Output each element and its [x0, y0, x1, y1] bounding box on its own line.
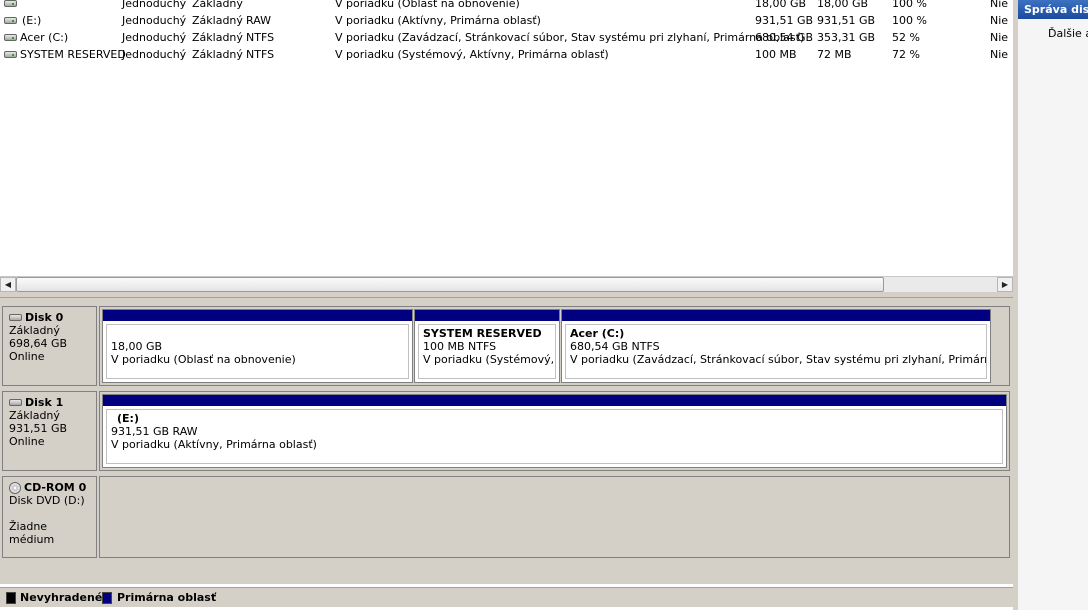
- primary-partition-bar: [562, 310, 990, 321]
- partition-system-reserved[interactable]: SYSTEM RESERVED 100 MB NTFS V poriadku (…: [414, 309, 560, 383]
- volume-type: Základný: [192, 14, 243, 27]
- disk-title: Disk 0: [25, 311, 64, 324]
- volume-name: SYSTEM RESERVED: [20, 48, 126, 61]
- legend: Nevyhradené Primárna oblasť: [0, 587, 1013, 607]
- volume-free: 353,31 GB: [817, 31, 876, 44]
- partition-status: V poriadku (Aktívny, Primárna oblasť): [111, 438, 317, 451]
- volume-status: V poriadku (Zavádzací, Stránkovací súbor…: [335, 31, 805, 44]
- volume-name: (E:): [22, 14, 42, 27]
- volume-capacity: 18,00 GB: [755, 0, 807, 10]
- volume-row[interactable]: Acer (C:) Jednoduchý Základný NTFS V por…: [0, 29, 1013, 46]
- actions-header[interactable]: Správa diskov: [1018, 0, 1088, 19]
- volume-fault: Nie: [990, 48, 1009, 61]
- partition-name: [111, 327, 404, 340]
- disk-0-partitions: 18,00 GB V poriadku (Oblasť na obnovenie…: [99, 306, 1010, 386]
- cdrom-media: Žiadne médium: [9, 520, 55, 546]
- more-actions-link[interactable]: Ďalšie akcie: [1048, 27, 1088, 40]
- volume-capacity: 680,54 GB: [755, 31, 814, 44]
- scroll-right-button[interactable]: ▶: [997, 277, 1013, 292]
- partition-size: 680,54 GB NTFS: [570, 340, 660, 353]
- partition-name: Acer (C:): [570, 327, 625, 340]
- cdrom-title: CD-ROM 0: [24, 481, 87, 494]
- volume-pct-free: 52 %: [892, 31, 920, 44]
- disk-1-partitions: (E:) 931,51 GB RAW V poriadku (Aktívny, …: [99, 391, 1010, 471]
- partition-status: V poriadku (Zavádzací, Stránkovací súbor…: [570, 353, 986, 366]
- cdrom-0-area: [99, 476, 1010, 558]
- scroll-left-button[interactable]: ◀: [0, 277, 16, 292]
- primary-partition-bar: [415, 310, 559, 321]
- partition-status: V poriadku (Systémový, Akt: [423, 353, 555, 366]
- volume-status: V poriadku (Systémový, Aktívny, Primárna…: [335, 48, 609, 61]
- volume-capacity: 100 MB: [755, 48, 797, 61]
- scroll-thumb[interactable]: [16, 277, 884, 292]
- volume-layout: Jednoduchý: [122, 14, 187, 27]
- disk-title: Disk 1: [25, 396, 64, 409]
- volume-fs: RAW: [246, 14, 271, 27]
- cd-drive-icon: [9, 481, 21, 494]
- cdrom-drive: Disk DVD (D:): [9, 494, 85, 507]
- volume-list: Jednoduchý Základný V poriadku (Oblasť n…: [0, 0, 1013, 276]
- volume-pct-free: 100 %: [892, 14, 927, 27]
- drive-icon: [4, 34, 17, 41]
- partition-size: 100 MB NTFS: [423, 340, 497, 353]
- partition-name: SYSTEM RESERVED: [423, 327, 542, 340]
- drive-icon: [4, 51, 17, 58]
- disk-state: Online: [9, 350, 45, 363]
- disk-icon: [9, 314, 22, 321]
- drive-icon: [4, 0, 17, 7]
- disk-size: 931,51 GB: [9, 422, 68, 435]
- disk-icon: [9, 399, 22, 406]
- disk-1-label[interactable]: Disk 1 Základný 931,51 GB Online: [2, 391, 97, 471]
- volume-name: Acer (C:): [20, 31, 69, 44]
- partition-size: 18,00 GB: [111, 340, 163, 353]
- volume-row[interactable]: SYSTEM RESERVED Jednoduchý Základný NTFS…: [0, 46, 1013, 63]
- volume-status: V poriadku (Oblasť na obnovenie): [335, 0, 520, 10]
- volume-row[interactable]: (E:) Jednoduchý Základný RAW V poriadku …: [0, 12, 1013, 29]
- disk-state: Online: [9, 435, 45, 448]
- partition-size: 931,51 GB RAW: [111, 425, 198, 438]
- primary-partition-bar: [103, 310, 412, 321]
- partition-status: V poriadku (Oblasť na obnovenie): [111, 353, 296, 366]
- disk-type: Základný: [9, 324, 60, 337]
- disk-view: Disk 0 Základný 698,64 GB Online 18,00 G…: [0, 298, 1013, 584]
- partition-e[interactable]: (E:) 931,51 GB RAW V poriadku (Aktívny, …: [102, 394, 1007, 468]
- volume-capacity: 931,51 GB: [755, 14, 814, 27]
- volume-layout: Jednoduchý: [122, 48, 187, 61]
- volume-fault: Nie: [990, 14, 1009, 27]
- volume-pct-free: 72 %: [892, 48, 920, 61]
- legend-primary-label: Primárna oblasť: [117, 591, 217, 604]
- primary-partition-bar: [103, 395, 1006, 406]
- disk-0-label[interactable]: Disk 0 Základný 698,64 GB Online: [2, 306, 97, 386]
- volume-status: V poriadku (Aktívny, Primárna oblasť): [335, 14, 541, 27]
- volume-free: 18,00 GB: [817, 0, 869, 10]
- partition-recovery[interactable]: 18,00 GB V poriadku (Oblasť na obnovenie…: [102, 309, 413, 383]
- volume-free: 72 MB: [817, 48, 852, 61]
- partition-acer-c[interactable]: Acer (C:) 680,54 GB NTFS V poriadku (Zav…: [561, 309, 991, 383]
- volume-type: Základný: [192, 48, 243, 61]
- volume-free: 931,51 GB: [817, 14, 876, 27]
- partition-name: (E:): [117, 412, 139, 425]
- cdrom-0-label[interactable]: CD-ROM 0 Disk DVD (D:) Žiadne médium: [2, 476, 97, 558]
- volume-fs: NTFS: [246, 31, 275, 44]
- actions-pane: Správa diskov Ďalšie akcie: [1013, 0, 1088, 610]
- legend-unallocated-swatch: [6, 592, 16, 604]
- volume-type: Základný: [192, 31, 243, 44]
- drive-icon: [4, 17, 17, 24]
- disk-size: 698,64 GB: [9, 337, 68, 350]
- volume-layout: Jednoduchý: [122, 31, 187, 44]
- legend-unallocated-label: Nevyhradené: [20, 591, 103, 604]
- volume-fault: Nie: [990, 31, 1009, 44]
- volume-fault: Nie: [990, 0, 1009, 10]
- volume-fs: NTFS: [246, 48, 275, 61]
- disk-type: Základný: [9, 409, 60, 422]
- legend-primary-swatch: [102, 592, 112, 604]
- volume-row[interactable]: Jednoduchý Základný V poriadku (Oblasť n…: [0, 0, 1013, 12]
- horizontal-scrollbar[interactable]: ◀ ▶: [0, 276, 1013, 292]
- volume-pct-free: 100 %: [892, 0, 927, 10]
- volume-type: Základný: [192, 0, 243, 10]
- volume-layout: Jednoduchý: [122, 0, 187, 10]
